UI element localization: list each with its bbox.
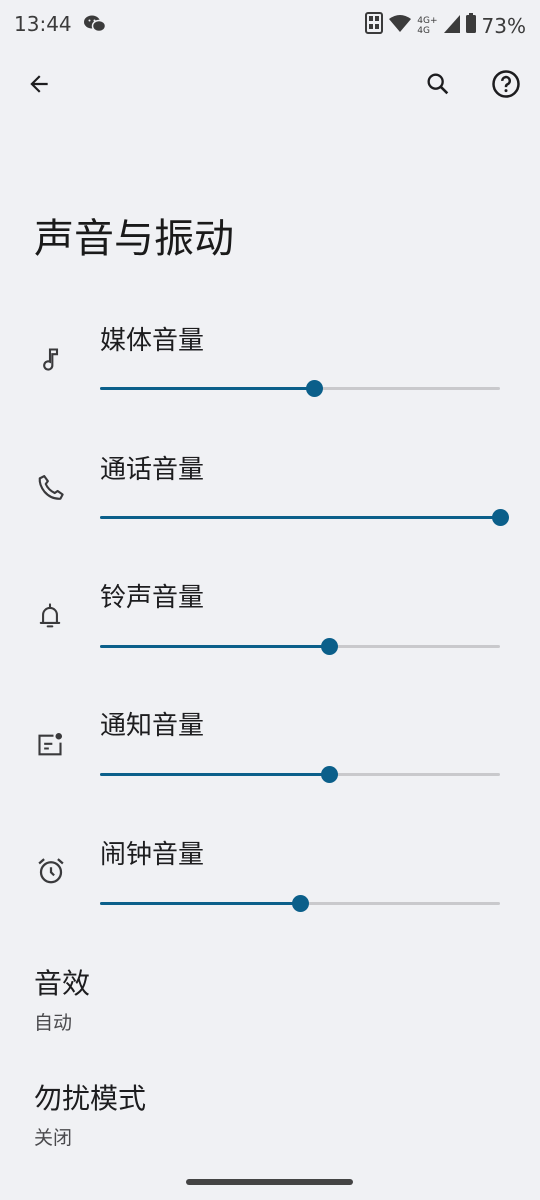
volume-label: 通知音量 bbox=[100, 711, 205, 741]
volume-row-call: 通话音量 bbox=[0, 449, 540, 549]
notification-icon bbox=[36, 731, 64, 759]
bell-icon bbox=[36, 601, 64, 629]
slider-thumb[interactable] bbox=[292, 895, 309, 912]
alarm-volume-slider[interactable] bbox=[100, 895, 500, 912]
phone-icon bbox=[36, 473, 64, 501]
setting-title: 音效 bbox=[34, 967, 91, 1000]
search-button[interactable] bbox=[414, 60, 462, 108]
volume-row-media: 媒体音量 bbox=[0, 320, 540, 420]
gesture-nav-handle[interactable] bbox=[186, 1179, 353, 1185]
call-volume-slider[interactable] bbox=[100, 509, 509, 526]
slider-fill bbox=[100, 516, 500, 519]
setting-do-not-disturb[interactable]: 勿扰模式 关闭 bbox=[34, 1077, 146, 1150]
slider-fill bbox=[100, 773, 330, 776]
app-bar bbox=[0, 58, 540, 114]
setting-subtitle: 关闭 bbox=[34, 1127, 73, 1149]
notification-volume-slider[interactable] bbox=[100, 766, 500, 783]
battery-icon bbox=[465, 13, 476, 38]
slider-thumb[interactable] bbox=[492, 509, 509, 526]
alarm-icon bbox=[36, 856, 64, 884]
help-button[interactable] bbox=[482, 60, 530, 108]
volume-label: 闹钟音量 bbox=[100, 840, 205, 870]
slider-thumb[interactable] bbox=[306, 380, 323, 397]
battery-percent: 73% bbox=[481, 13, 526, 38]
volume-label: 媒体音量 bbox=[100, 326, 205, 356]
wechat-icon bbox=[84, 14, 107, 38]
setting-subtitle: 自动 bbox=[34, 1012, 73, 1034]
slider-fill bbox=[100, 902, 300, 905]
volume-label: 通话音量 bbox=[100, 455, 205, 485]
help-icon bbox=[492, 70, 520, 98]
signal-icon bbox=[443, 14, 460, 38]
setting-title: 勿扰模式 bbox=[34, 1082, 147, 1115]
slider-fill bbox=[100, 645, 330, 648]
arrow-back-icon bbox=[30, 75, 48, 93]
volume-row-ring: 铃声音量 bbox=[0, 577, 540, 677]
volume-row-alarm: 闹钟音量 bbox=[0, 834, 540, 934]
slider-thumb[interactable] bbox=[321, 638, 339, 655]
status-bar: 13:44 4G+ 4G 73% bbox=[0, 0, 540, 50]
slider-fill bbox=[100, 387, 314, 390]
ring-volume-slider[interactable] bbox=[100, 638, 500, 655]
volume-row-notification: 通知音量 bbox=[0, 705, 540, 805]
page-title: 声音与振动 bbox=[34, 216, 234, 262]
slider-thumb[interactable] bbox=[321, 766, 339, 783]
nfc-icon bbox=[365, 12, 384, 39]
media-volume-slider[interactable] bbox=[100, 380, 500, 397]
volume-label: 铃声音量 bbox=[100, 583, 205, 613]
music-note-icon bbox=[36, 346, 64, 374]
search-icon bbox=[427, 73, 449, 95]
wifi-icon bbox=[389, 14, 412, 38]
back-button[interactable] bbox=[15, 60, 63, 108]
network-type: 4G+ 4G bbox=[417, 15, 438, 36]
setting-sound-effects[interactable]: 音效 自动 bbox=[34, 962, 90, 1035]
status-time: 13:44 bbox=[14, 12, 72, 36]
